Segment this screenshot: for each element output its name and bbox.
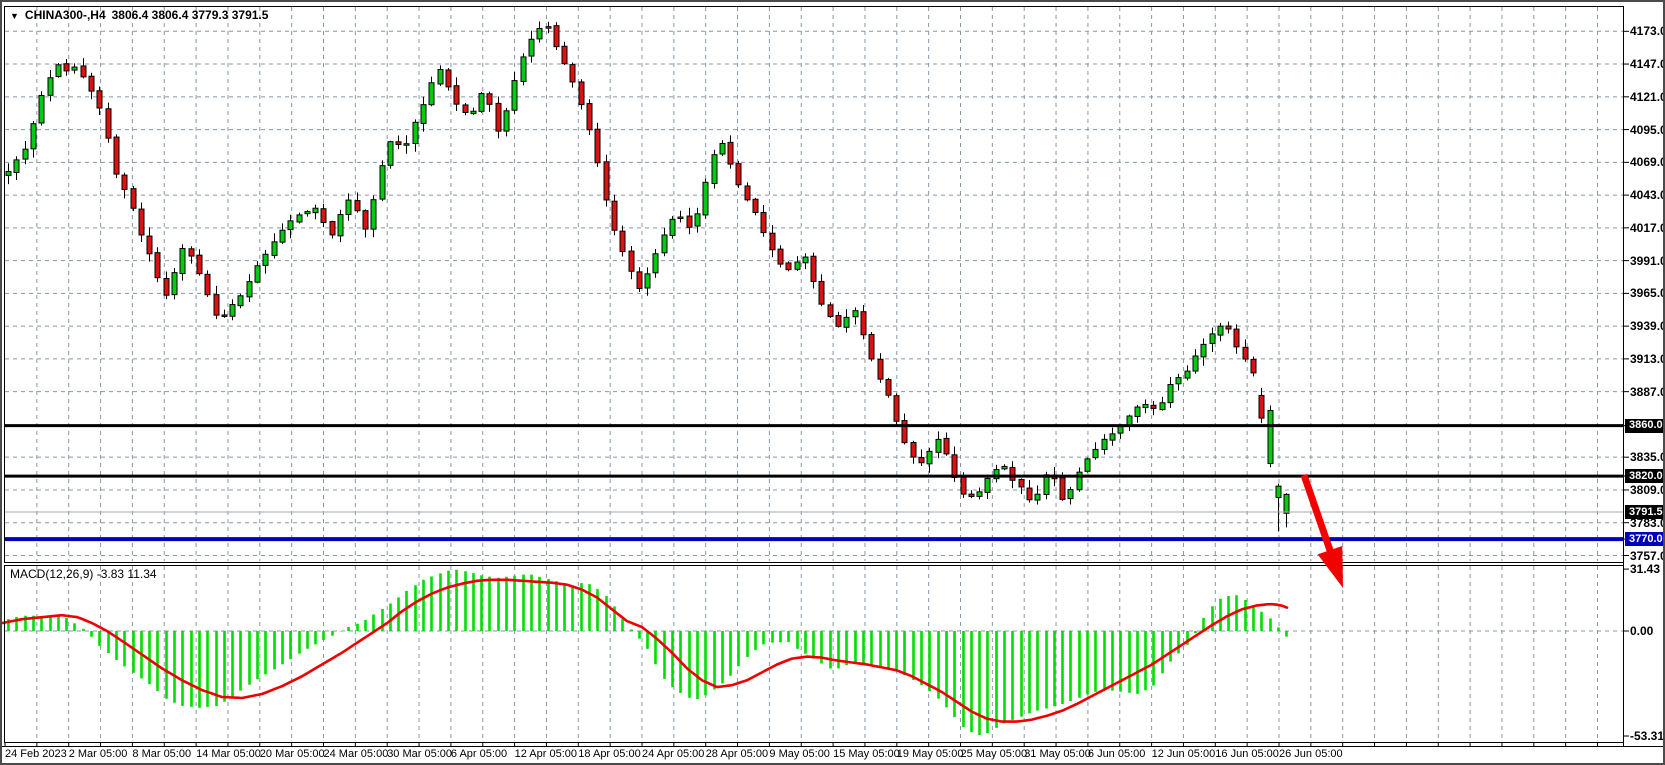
price-tick-label: 4121.0 <box>1630 91 1665 103</box>
time-tick-label: 14 Mar 05:00 <box>196 749 261 760</box>
time-tick-label: 30 Mar 05:00 <box>387 749 452 760</box>
price-level-badge: 3820.0 <box>1625 469 1665 483</box>
ohlc-quote: 3806.4 3806.4 3779.3 3791.5 <box>112 8 269 22</box>
price-tick-label: 3887.0 <box>1630 386 1665 398</box>
time-tick-label: 19 May 05:00 <box>897 749 964 760</box>
price-level-badge: 3770.0 <box>1625 532 1665 546</box>
chart-canvas <box>2 2 1665 765</box>
time-tick-label: 31 May 05:00 <box>1024 749 1091 760</box>
time-tick-label: 25 May 05:00 <box>961 749 1028 760</box>
price-tick-label: 3835.0 <box>1630 451 1665 463</box>
time-tick-label: 18 Apr 05:00 <box>578 749 640 760</box>
time-tick-label: 15 May 05:00 <box>833 749 900 760</box>
price-tick-label: 3991.0 <box>1630 255 1665 267</box>
macd-tick-label: -53.31 <box>1630 730 1664 742</box>
macd-values: -3.83 11.34 <box>97 567 157 581</box>
symbol-period-label: CHINA300-,H4 <box>25 8 106 22</box>
price-tick-label: 4017.0 <box>1630 222 1665 234</box>
macd-tick-label: 31.43 <box>1630 563 1660 575</box>
macd-tick-label: 0.00 <box>1630 625 1653 637</box>
price-level-badge: 3860.0 <box>1625 419 1665 433</box>
macd-plot-area[interactable] <box>5 566 1623 742</box>
quote-bar: ▼ CHINA300-,H4 3806.4 3806.4 3779.3 3791… <box>10 8 268 22</box>
time-tick-label: 24 Feb 2023 <box>5 749 67 760</box>
price-tick-label: 4173.0 <box>1630 25 1665 37</box>
price-tick-label: 3939.0 <box>1630 320 1665 332</box>
price-tick-label: 4069.0 <box>1630 156 1665 168</box>
time-tick-label: 16 Jun 05:00 <box>1215 749 1279 760</box>
price-tick-label: 4095.0 <box>1630 124 1665 136</box>
time-tick-label: 12 Jun 05:00 <box>1152 749 1216 760</box>
price-tick-label: 3913.0 <box>1630 353 1665 365</box>
price-tick-label: 3757.0 <box>1630 550 1665 562</box>
price-tick-label: 3809.0 <box>1630 484 1665 496</box>
chevron-down-icon[interactable]: ▼ <box>10 11 19 21</box>
time-tick-label: 8 Mar 05:00 <box>132 749 191 760</box>
time-tick-label: 9 May 05:00 <box>769 749 830 760</box>
time-tick-label: 2 Mar 05:00 <box>69 749 128 760</box>
time-tick-label: 12 Apr 05:00 <box>515 749 577 760</box>
price-tick-label: 4043.0 <box>1630 189 1665 201</box>
price-tick-label: 4147.0 <box>1630 58 1665 70</box>
time-tick-label: 6 Jun 05:00 <box>1088 749 1146 760</box>
time-tick-label: 20 Mar 05:00 <box>260 749 325 760</box>
mt4-chart-window: ▼ CHINA300-,H4 3806.4 3806.4 3779.3 3791… <box>0 0 1665 765</box>
macd-name: MACD(12,26,9) <box>10 567 93 581</box>
time-tick-label: 24 Mar 05:00 <box>324 749 389 760</box>
macd-indicator-label: MACD(12,26,9) -3.83 11.34 <box>10 568 157 580</box>
main-chart-plot-area[interactable] <box>5 7 1623 562</box>
price-tick-label: 3965.0 <box>1630 287 1665 299</box>
current-price-badge: 3791.5 <box>1625 505 1665 519</box>
time-tick-label: 26 Jun 05:00 <box>1279 749 1343 760</box>
time-tick-label: 24 Apr 05:00 <box>642 749 704 760</box>
time-tick-label: 28 Apr 05:00 <box>706 749 768 760</box>
time-tick-label: 6 Apr 05:00 <box>451 749 507 760</box>
